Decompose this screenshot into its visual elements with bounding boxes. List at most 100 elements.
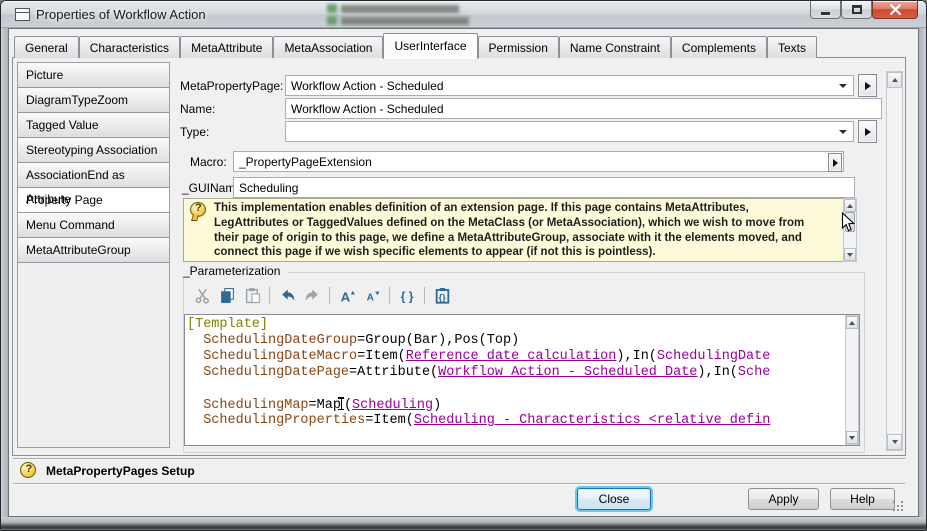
maximize-button[interactable] — [841, 1, 872, 19]
copy-icon[interactable] — [216, 284, 238, 306]
code-text: =Item( — [357, 349, 406, 364]
redo-icon[interactable] — [301, 284, 323, 306]
code-link[interactable]: Scheduling — [352, 398, 433, 413]
code-text: SchedulingMap — [203, 398, 308, 413]
minimize-icon — [821, 12, 830, 15]
arrow-right-icon — [865, 128, 871, 136]
paste-icon[interactable] — [241, 284, 263, 306]
guiname-input[interactable] — [233, 177, 855, 198]
metapropertypage-combobox[interactable]: Workflow Action - Scheduled — [285, 75, 854, 96]
insert-template-icon[interactable]: {} — [431, 284, 453, 306]
arrow-up-icon — [849, 321, 855, 325]
window-system-icon[interactable] — [15, 8, 30, 21]
divider — [13, 483, 905, 485]
background-window-artifact — [341, 5, 459, 13]
code-text: ( — [344, 398, 352, 413]
braces-icon[interactable]: { } — [396, 284, 418, 306]
arrow-up-icon — [847, 204, 853, 208]
svg-text:{}: {} — [438, 292, 446, 302]
code-text — [187, 398, 203, 413]
metapropertypage-value: Workflow Action - Scheduled — [291, 79, 444, 93]
code-text: SchedulingDateGroup — [203, 333, 357, 348]
divider — [13, 458, 905, 460]
undo-icon[interactable] — [276, 284, 298, 306]
maximize-icon — [852, 5, 862, 14]
sidebar-item-property-page[interactable]: Property Page — [18, 188, 169, 213]
sidebar-item-associationend-as-attribute[interactable]: AssociationEnd as Attribute — [18, 163, 169, 188]
code-link[interactable]: Workflow Action - Scheduled Date — [438, 365, 697, 380]
page-scrollbar[interactable] — [886, 71, 903, 451]
code-text: ) — [433, 398, 441, 413]
toolbar-separator — [424, 287, 425, 304]
font-increase-icon[interactable]: A — [336, 284, 358, 306]
editor-scrollbar[interactable] — [845, 315, 859, 445]
code-line — [187, 381, 843, 397]
type-combobox[interactable] — [285, 121, 854, 142]
sidebar-item-tagged-value[interactable]: Tagged Value — [18, 113, 169, 138]
text-caret — [341, 397, 344, 410]
toolbar-separator — [329, 287, 330, 304]
code-text: [Template] — [187, 317, 268, 332]
sidebar-item-metaattributegroup[interactable]: MetaAttributeGroup — [18, 238, 169, 263]
minimize-button[interactable] — [810, 1, 841, 19]
scroll-down-button[interactable] — [844, 248, 856, 261]
tab-metaassociation[interactable]: MetaAssociation — [273, 36, 383, 58]
type-label: Type: — [180, 125, 209, 139]
code-text: SchedulingProperties — [203, 413, 365, 428]
tab-name-constraint[interactable]: Name Constraint — [559, 36, 671, 58]
code-text: =Item( — [365, 413, 414, 428]
properties-dialog-window: Properties of Workflow Action GeneralCha… — [0, 0, 927, 531]
close-icon — [889, 4, 902, 15]
apply-button[interactable]: Apply — [748, 488, 819, 510]
tab-complements[interactable]: Complements — [671, 36, 767, 58]
macro-more-button[interactable] — [828, 153, 842, 172]
font-decrease-icon[interactable]: A — [361, 284, 383, 306]
window-title: Properties of Workflow Action — [36, 7, 206, 22]
arrow-down-icon — [847, 253, 853, 257]
cut-icon[interactable] — [191, 284, 213, 306]
tab-texts[interactable]: Texts — [767, 36, 817, 58]
sidebar-item-diagramtypezoom[interactable]: DiagramTypeZoom — [18, 88, 169, 113]
scroll-up-button[interactable] — [887, 72, 902, 88]
help-button[interactable]: Help — [830, 488, 895, 510]
scroll-up-button[interactable] — [846, 316, 858, 329]
tab-characteristics[interactable]: Characteristics — [79, 36, 180, 58]
arrow-up-icon — [892, 78, 898, 82]
help-text: This implementation enables definition o… — [214, 201, 826, 260]
tab-metaattribute[interactable]: MetaAttribute — [180, 36, 273, 58]
macro-label: Macro: — [190, 155, 227, 169]
type-more-button[interactable] — [858, 120, 877, 143]
resize-grip[interactable] — [893, 501, 905, 513]
sidebar-item-picture[interactable]: Picture — [18, 63, 169, 88]
tab-permission[interactable]: Permission — [478, 36, 559, 58]
arrow-right-icon — [833, 159, 838, 167]
code-line: SchedulingDateMacro=Item(Reference date … — [187, 349, 843, 365]
close-button[interactable]: Close — [577, 488, 651, 510]
status-text: MetaPropertyPages Setup — [46, 464, 195, 478]
sidebar-item-menu-command[interactable]: Menu Command — [18, 213, 169, 238]
scroll-down-button[interactable] — [887, 434, 902, 450]
scroll-down-button[interactable] — [846, 431, 858, 444]
code-text: =Map — [309, 398, 341, 413]
sidebar-item-stereotyping-association[interactable]: Stereotyping Association — [18, 138, 169, 163]
chevron-down-icon[interactable] — [839, 84, 847, 88]
arrow-right-icon — [865, 82, 871, 90]
tab-userinterface[interactable]: UserInterface — [383, 33, 477, 59]
tab-general[interactable]: General — [14, 36, 79, 58]
code-line: SchedulingMap=Map(Scheduling) — [187, 397, 843, 413]
code-text: =Group(Bar),Pos(Top) — [357, 333, 519, 348]
toolbar-separator — [269, 287, 270, 304]
code-link[interactable]: Scheduling - Characteristics <relative d… — [414, 413, 770, 428]
background-window-artifact — [327, 16, 337, 25]
macro-input[interactable] — [233, 151, 844, 172]
close-button[interactable] — [872, 1, 918, 19]
scroll-up-button[interactable] — [844, 199, 856, 212]
metapropertypage-more-button[interactable] — [858, 74, 877, 97]
code-line: SchedulingProperties=Item(Scheduling - C… — [187, 413, 843, 429]
category-sidebar: PictureDiagramTypeZoomTagged ValueStereo… — [17, 62, 170, 448]
metapropertypage-label: MetaPropertyPage: — [180, 79, 283, 93]
name-label: Name: — [180, 102, 215, 116]
name-input[interactable] — [285, 98, 882, 119]
chevron-down-icon[interactable] — [839, 130, 847, 134]
code-link[interactable]: Reference date calculation — [406, 349, 617, 364]
